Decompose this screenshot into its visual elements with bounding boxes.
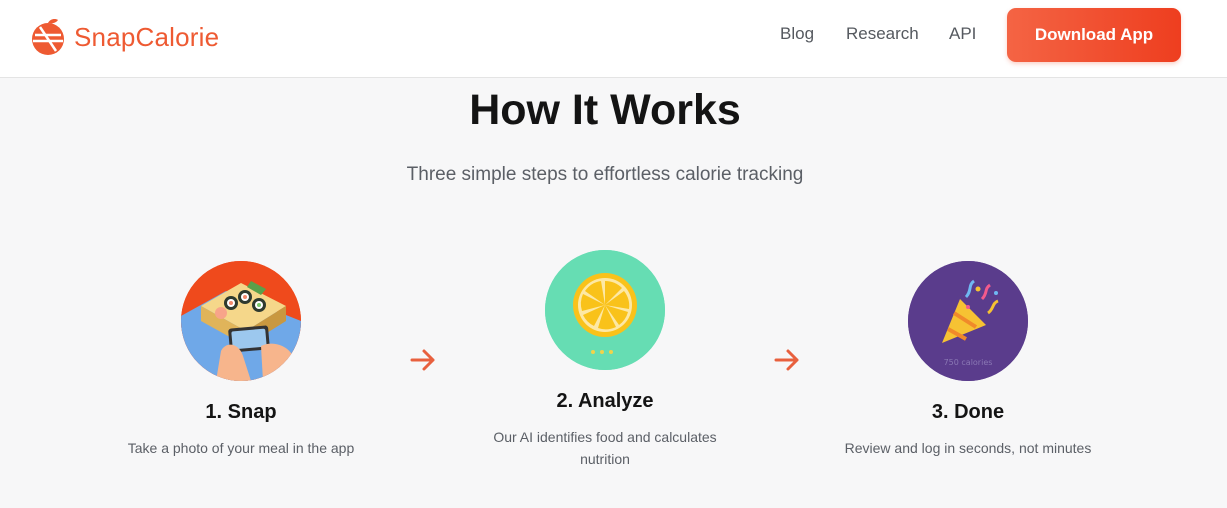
nav-link-research[interactable]: Research	[846, 24, 919, 44]
apple-logo-icon	[32, 19, 64, 55]
arrow-right-icon	[410, 349, 435, 371]
lemon-slice-icon	[545, 250, 665, 370]
download-app-button[interactable]: Download App	[1007, 8, 1181, 62]
step-title: 3. Done	[931, 401, 1005, 423]
step-description: Review and log in seconds, not minutes	[844, 440, 1092, 456]
nav-link-api[interactable]: API	[949, 24, 976, 44]
brand-logo-link[interactable]: SnapCalorie	[28, 16, 219, 58]
top-navigation-bar: SnapCalorie Blog Research API Download A…	[0, 0, 1227, 78]
calorie-badge: 750 calories	[944, 358, 993, 367]
step-description: Our AI identifies food and calculates nu…	[493, 429, 717, 467]
brand-name: SnapCalorie	[74, 21, 220, 52]
party-popper-icon: 750 calories	[908, 261, 1028, 381]
section-subtitle: Three simple steps to effortless calorie…	[406, 164, 804, 185]
step-title: 1. Snap	[205, 401, 277, 423]
step-description: Take a photo of your meal in the app	[127, 440, 355, 456]
step-title: 2. Analyze	[556, 390, 654, 412]
nav-link-blog[interactable]: Blog	[780, 24, 814, 44]
sushi-photo-icon	[181, 261, 301, 381]
arrow-right-icon	[774, 349, 799, 371]
section-title: How It Works	[469, 86, 741, 134]
